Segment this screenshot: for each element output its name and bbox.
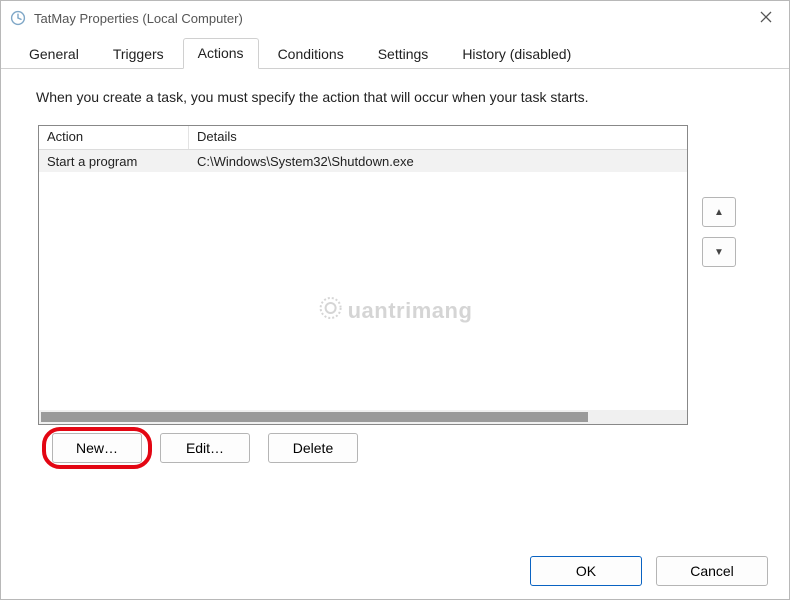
tab-label: Conditions: [278, 46, 344, 62]
tab-label: Settings: [378, 46, 429, 62]
delete-button[interactable]: Delete: [268, 433, 358, 463]
tab-label: History (disabled): [462, 46, 571, 62]
move-up-button[interactable]: ▲: [702, 197, 736, 227]
panel-description: When you create a task, you must specify…: [36, 89, 768, 105]
col-details[interactable]: Details: [189, 126, 687, 149]
actions-panel: When you create a task, you must specify…: [0, 69, 790, 463]
actions-table[interactable]: Action Details Start a program C:\Window…: [38, 125, 688, 425]
tab-history[interactable]: History (disabled): [447, 39, 586, 69]
tab-label: Triggers: [113, 46, 164, 62]
tab-conditions[interactable]: Conditions: [263, 39, 359, 69]
cell-action: Start a program: [39, 152, 189, 171]
titlebar: TatMay Properties (Local Computer): [0, 0, 790, 36]
tab-general[interactable]: General: [14, 39, 94, 69]
cancel-button[interactable]: Cancel: [656, 556, 768, 586]
chevron-down-icon: ▼: [714, 247, 724, 258]
tab-strip: General Triggers Actions Conditions Sett…: [0, 36, 790, 69]
cell-details: C:\Windows\System32\Shutdown.exe: [189, 152, 687, 171]
scrollbar-thumb[interactable]: [41, 412, 588, 422]
chevron-up-icon: ▲: [714, 207, 724, 218]
close-icon: [760, 11, 772, 26]
window-title: TatMay Properties (Local Computer): [34, 11, 243, 26]
table-header: Action Details: [39, 126, 687, 150]
table-body: Start a program C:\Windows\System32\Shut…: [39, 150, 687, 410]
clock-icon: [10, 10, 26, 26]
move-down-button[interactable]: ▼: [702, 237, 736, 267]
horizontal-scrollbar[interactable]: [39, 410, 687, 424]
dialog-footer: OK Cancel: [530, 556, 768, 586]
action-buttons-row: New… Edit… Delete: [52, 433, 768, 463]
new-button[interactable]: New…: [52, 433, 142, 463]
tab-triggers[interactable]: Triggers: [98, 39, 179, 69]
ok-button[interactable]: OK: [530, 556, 642, 586]
close-button[interactable]: [748, 4, 784, 32]
table-row[interactable]: Start a program C:\Windows\System32\Shut…: [39, 150, 687, 172]
tab-settings[interactable]: Settings: [363, 39, 444, 69]
tab-label: Actions: [198, 45, 244, 61]
edit-button[interactable]: Edit…: [160, 433, 250, 463]
tab-label: General: [29, 46, 79, 62]
col-action[interactable]: Action: [39, 126, 189, 149]
tab-actions[interactable]: Actions: [183, 38, 259, 69]
